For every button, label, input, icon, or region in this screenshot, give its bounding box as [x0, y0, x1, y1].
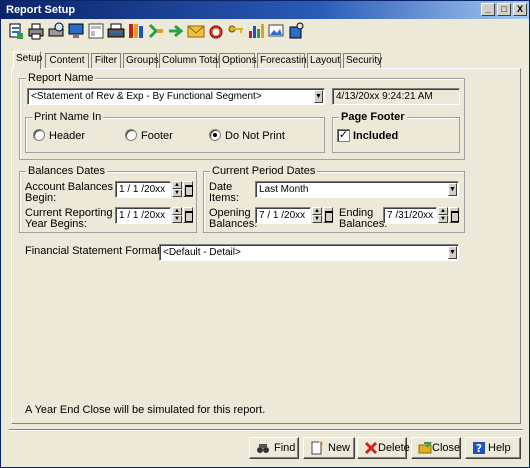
- date-items-label-2: Items:: [209, 192, 239, 204]
- image-icon[interactable]: [267, 21, 285, 41]
- tab-setup[interactable]: Setup: [13, 51, 42, 69]
- reporting-year-spinner[interactable]: ▲ ▼: [172, 207, 182, 223]
- tab-forecasting[interactable]: Forecasting: [257, 53, 312, 68]
- radio-header-label: Header: [49, 130, 86, 142]
- radio-footer[interactable]: [125, 129, 137, 141]
- tab-content[interactable]: Content: [45, 53, 89, 68]
- toolbar: [3, 20, 527, 44]
- opening-balances-spinner[interactable]: ▲ ▼: [312, 207, 322, 223]
- alarm-icon[interactable]: [207, 21, 225, 41]
- calendar-icon[interactable]: [323, 207, 333, 223]
- tab-layout[interactable]: Layout: [307, 53, 341, 68]
- report-timestamp-value: 4/13/20xx 9:24:21 AM: [336, 91, 433, 102]
- binoculars-icon: [257, 444, 269, 453]
- delete-button[interactable]: Delete: [357, 437, 410, 459]
- included-label: Included: [353, 130, 399, 142]
- report-icon[interactable]: [7, 21, 25, 41]
- tab-filter[interactable]: Filter: [91, 53, 121, 68]
- financial-format-value: <Default - Detail>: [163, 247, 241, 258]
- chevron-down-icon[interactable]: ▼: [448, 183, 457, 196]
- account-balances-date-value: 1 / 1 /20xx: [119, 184, 166, 195]
- account-balances-spinner[interactable]: ▲ ▼: [172, 181, 182, 197]
- print-name-in-label: Print Name In: [32, 111, 104, 123]
- tab-options[interactable]: Options: [219, 53, 256, 68]
- delete-button-label: Delete: [378, 442, 410, 454]
- monitor-icon[interactable]: [67, 21, 85, 41]
- included-checkbox[interactable]: ✓: [337, 129, 350, 142]
- balances-dates-label: Balances Dates: [26, 165, 108, 177]
- reporting-year-date-field[interactable]: 1 / 1 /20xx: [115, 207, 171, 224]
- print-preview-icon[interactable]: [47, 21, 65, 41]
- maximize-button[interactable]: □: [497, 3, 511, 16]
- chevron-down-icon[interactable]: ▼: [314, 90, 323, 103]
- account-balances-label-2: Begin:: [25, 192, 57, 204]
- new-button[interactable]: New: [303, 437, 355, 459]
- opening-balances-label-2: Balances:: [209, 218, 258, 230]
- new-document-icon: [311, 441, 323, 455]
- date-items-value: Last Month: [259, 184, 309, 195]
- email-icon[interactable]: [187, 21, 205, 41]
- help-button-label: Help: [488, 442, 511, 454]
- radio-footer-label: Footer: [141, 130, 173, 142]
- report-timestamp: 4/13/20xx 9:24:21 AM: [332, 88, 460, 105]
- close-window-button[interactable]: X: [513, 3, 527, 16]
- calendar-icon[interactable]: [449, 207, 459, 223]
- calendar-icon[interactable]: [183, 181, 193, 197]
- ending-balances-date-value: 7 /31/20xx: [387, 210, 434, 221]
- ending-balances-label-2: Balances:: [339, 218, 388, 230]
- radio-do-not-print[interactable]: [209, 129, 221, 141]
- svg-text:?: ?: [476, 442, 482, 455]
- reporting-year-label-2: Year Begins:: [25, 218, 87, 230]
- report-name-group-label: Report Name: [26, 72, 96, 84]
- reporting-year-date-value: 1 / 1 /20xx: [119, 210, 166, 221]
- opening-balances-date-value: 7 / 1 /20xx: [259, 210, 306, 221]
- bar-chart-icon[interactable]: [247, 21, 265, 41]
- opening-balances-date-field[interactable]: 7 / 1 /20xx: [255, 207, 311, 224]
- minimize-button[interactable]: _: [481, 3, 495, 16]
- radio-header[interactable]: [33, 129, 45, 141]
- bottom-divider: [9, 429, 523, 431]
- export-icon[interactable]: [287, 21, 305, 41]
- close-button[interactable]: Close: [411, 437, 461, 459]
- close-folder-icon: [418, 442, 432, 454]
- close-button-label: Close: [432, 442, 461, 454]
- tab-column-totals[interactable]: Column Totals: [159, 53, 225, 68]
- calendar-icon[interactable]: [183, 207, 193, 223]
- financial-format-label: Financial Statement Format:: [25, 245, 164, 257]
- year-end-notice: A Year End Close will be simulated for t…: [25, 404, 266, 416]
- help-button[interactable]: ? Help: [465, 437, 521, 459]
- radio-do-not-print-label: Do Not Print: [225, 130, 285, 142]
- find-button-label: Find: [274, 442, 296, 454]
- delete-x-icon: [364, 441, 378, 455]
- title-bar[interactable]: Report Setup: [1, 1, 529, 19]
- books-icon[interactable]: [127, 21, 145, 41]
- find-button[interactable]: Find: [249, 437, 299, 459]
- report-name-select[interactable]: <Statement of Rev & Exp - By Functional …: [27, 88, 325, 105]
- page-footer-label: Page Footer: [339, 111, 407, 123]
- chevron-down-icon[interactable]: ▼: [448, 246, 457, 259]
- date-items-select[interactable]: Last Month ▼: [255, 181, 459, 198]
- account-balances-date-field[interactable]: 1 / 1 /20xx: [115, 181, 171, 198]
- ending-balances-date-field[interactable]: 7 /31/20xx: [383, 207, 437, 224]
- printer-icon[interactable]: [107, 21, 125, 41]
- help-icon: ?: [473, 442, 485, 455]
- report-setup-window: Report Setup _ □ X Setup Content Filter …: [0, 0, 530, 468]
- ending-balances-spinner[interactable]: ▲ ▼: [438, 207, 448, 223]
- window-title: Report Setup: [6, 4, 76, 16]
- key-icon[interactable]: [227, 21, 245, 41]
- tab-security[interactable]: Security: [343, 53, 382, 68]
- tree-icon[interactable]: [147, 21, 165, 41]
- arrow-tree-icon[interactable]: [167, 21, 185, 41]
- new-button-label: New: [328, 442, 351, 454]
- current-period-label: Current Period Dates: [210, 165, 318, 177]
- financial-format-select[interactable]: <Default - Detail> ▼: [159, 244, 459, 261]
- print-icon[interactable]: [27, 21, 45, 41]
- layout-icon[interactable]: [87, 21, 105, 41]
- report-name-value: <Statement of Rev & Exp - By Functional …: [31, 91, 262, 102]
- tab-groups[interactable]: Groups: [123, 53, 159, 68]
